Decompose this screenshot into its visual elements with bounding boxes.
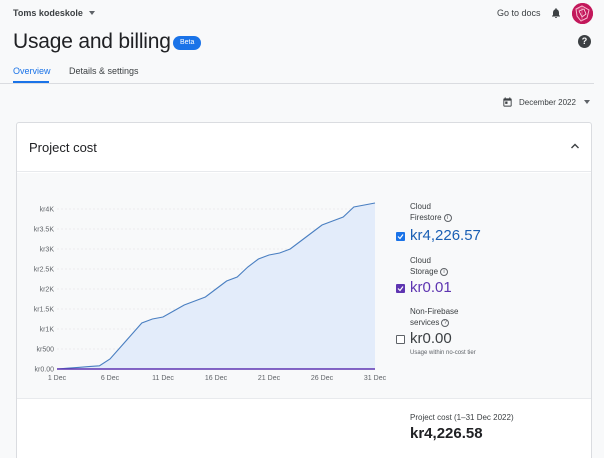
- x-tick-label: 26 Dec: [311, 375, 334, 382]
- card-header[interactable]: Project cost: [17, 123, 591, 172]
- legend-firestore-line1: Cloud: [410, 202, 431, 211]
- total-cost-label: Project cost (1–31 Dec 2022): [410, 413, 514, 422]
- nonfirebase-checkbox[interactable]: [396, 335, 405, 344]
- legend-storage-value: kr0.01: [410, 279, 452, 296]
- chevron-up-icon[interactable]: [570, 142, 580, 150]
- y-tick-label: kr3.5K: [34, 227, 55, 234]
- y-tick-label: kr500: [36, 347, 54, 354]
- x-tick-label: 16 Dec: [205, 375, 228, 382]
- help-icon[interactable]: ?: [578, 35, 591, 48]
- legend-nonfirebase-line2: services: [410, 318, 440, 327]
- project-name: Toms kodeskole: [13, 8, 83, 18]
- bell-icon[interactable]: [550, 7, 562, 19]
- cost-chart: kr0.00 kr500 kr1K kr1.5K kr2K kr2.5K kr3K kr3.5…: [34, 202, 387, 382]
- info-icon[interactable]: i: [443, 213, 452, 222]
- y-tick-label: kr1.5K: [34, 307, 55, 314]
- info-icon[interactable]: ?: [441, 318, 450, 327]
- beta-badge: Beta: [173, 36, 202, 50]
- tab-details-settings[interactable]: Details & settings: [69, 66, 139, 76]
- y-tick-label: kr2.5K: [34, 267, 55, 274]
- top-bar: Toms kodeskole Go to docs: [0, 0, 604, 28]
- legend-firestore-value: kr4,226.57: [410, 227, 481, 244]
- date-range-value: December 2022: [519, 97, 576, 107]
- calendar-icon: [503, 97, 512, 107]
- y-tick-label: kr2K: [40, 287, 55, 294]
- y-tick-label: kr3K: [40, 247, 55, 254]
- y-tick-label: kr1K: [40, 327, 55, 334]
- storage-checkbox[interactable]: [396, 284, 405, 293]
- x-tick-label: 1 Dec: [48, 375, 67, 382]
- total-cost-value: kr4,226.58: [410, 425, 483, 442]
- legend-storage-label: Cloud Storage i: [410, 255, 449, 277]
- legend-storage-line2: Storage: [410, 267, 439, 276]
- info-icon[interactable]: i: [440, 267, 449, 276]
- active-tab-indicator: [13, 81, 49, 83]
- x-tick-label: 21 Dec: [258, 375, 281, 382]
- firestore-checkbox[interactable]: [396, 232, 405, 241]
- tab-overview[interactable]: Overview: [13, 66, 51, 76]
- date-range-select[interactable]: December 2022: [502, 96, 590, 108]
- chevron-down-icon: [88, 11, 95, 15]
- legend-nonfirebase-label: Non-Firebase services?: [410, 306, 458, 328]
- chart-area: kr0.00 kr500 kr1K kr1.5K kr2K kr2.5K kr3K kr3.5…: [17, 173, 591, 398]
- x-tick-label: 11 Dec: [152, 375, 174, 382]
- y-tick-label: kr4K: [40, 207, 55, 214]
- legend-nonfirebase-value: kr0.00: [410, 330, 452, 347]
- page-title: Usage and billing: [13, 30, 171, 53]
- project-cost-card: Project cost kr0.00 kr500 kr1K kr1.5K kr2K kr…: [16, 122, 592, 458]
- legend-firestore-label: Cloud Firestore i: [410, 201, 452, 223]
- series-area-firestore: [57, 203, 375, 369]
- legend-storage-line1: Cloud: [410, 256, 431, 265]
- x-tick-label: 31 Dec: [364, 375, 387, 382]
- legend-firestore-line2: Firestore: [410, 213, 442, 222]
- legend-nonfirebase-line1: Non-Firebase: [410, 307, 459, 316]
- x-tick-label: 6 Dec: [101, 375, 120, 382]
- project-selector[interactable]: Toms kodeskole: [13, 8, 95, 18]
- chevron-down-icon: [583, 100, 590, 104]
- go-to-docs-link[interactable]: Go to docs: [497, 8, 541, 18]
- card-title: Project cost: [29, 140, 97, 155]
- tab-bar: Overview Details & settings: [0, 60, 594, 84]
- avatar[interactable]: [572, 3, 593, 24]
- legend-nonfirebase-note: Usage within no-cost tier: [410, 350, 476, 356]
- card-footer: Project cost (1–31 Dec 2022) kr4,226.58: [17, 398, 591, 458]
- y-tick-label: kr0.00: [35, 367, 55, 374]
